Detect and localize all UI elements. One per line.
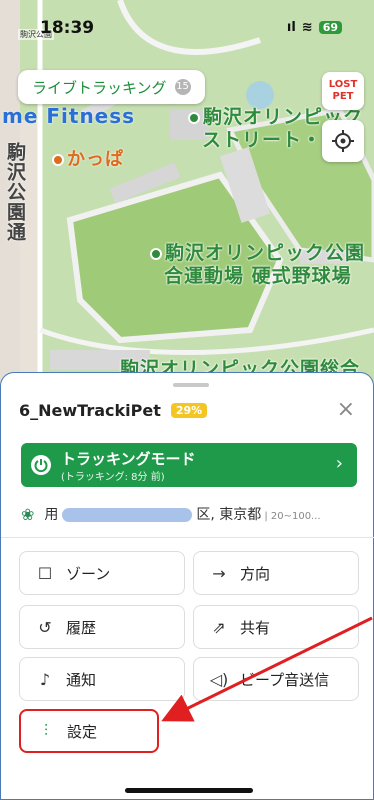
chevron-right-icon: › — [335, 453, 343, 474]
speaker-icon: ◁) — [209, 669, 229, 689]
status-icons: ıl ≋ 69 — [287, 20, 342, 35]
paw-icon: ❀ — [21, 504, 35, 524]
settings-button[interactable]: ⫶ 設定 — [19, 709, 159, 753]
poi-food-icon — [52, 154, 64, 166]
power-icon — [31, 455, 51, 475]
map-background — [0, 0, 374, 410]
close-icon[interactable]: × — [337, 397, 355, 422]
address-suffix: 区, 東京都 — [196, 507, 262, 523]
tracking-mode-title: トラッキングモード — [61, 450, 196, 468]
sliders-icon: ⫶ — [43, 721, 48, 740]
history-icon: ↺ — [38, 617, 52, 637]
lost-pet-line2: PET — [332, 91, 354, 102]
live-tracking-label: ライブトラッキング — [32, 78, 167, 97]
battery-icon: 69 — [318, 21, 342, 34]
address-range: | 20~100... — [264, 511, 321, 522]
lost-pet-line1: LOST — [328, 79, 358, 90]
direction-button[interactable]: → 方向 — [193, 551, 359, 595]
lost-pet-button[interactable]: LOST PET — [322, 72, 364, 110]
address-redaction — [62, 508, 193, 522]
live-tracking-count: 15 — [174, 79, 191, 95]
beep-label: ビープ音送信 — [240, 670, 330, 689]
crosshair-icon — [332, 130, 354, 152]
map-label-stadium: 駒沢オリンピック公園 合運動場 硬式野球場 — [150, 242, 365, 288]
map-label-olympic-street-2: ストリート・ — [202, 129, 323, 151]
map-label-fitness: me Fitness — [2, 104, 136, 128]
tracking-mode-subtitle: (トラッキング: 8分 前) — [61, 472, 165, 483]
battery-badge: 29% — [170, 403, 208, 418]
map-label-stadium-1: 駒沢オリンピック公園 — [165, 242, 366, 264]
locate-button[interactable] — [322, 120, 364, 162]
notification-button[interactable]: ♪ 通知 — [19, 657, 185, 701]
history-button[interactable]: ↺ 履歴 — [19, 605, 185, 649]
zone-label: ゾーン — [66, 564, 111, 583]
share-button[interactable]: ⇗ 共有 — [193, 605, 359, 649]
pet-name: 6_NewTrackiPet — [19, 401, 161, 420]
history-label: 履歴 — [66, 618, 97, 637]
status-time: 18:39 — [40, 18, 95, 38]
map-view[interactable]: 駒沢公園 18:39 ıl ≋ 69 me Fitness 駒沢オリンピック ス… — [0, 0, 374, 410]
share-icon: ⇗ — [212, 617, 226, 637]
signal-icon: ıl — [286, 20, 296, 35]
square-icon: ☐ — [37, 563, 53, 583]
address-text: 用 区, 東京都 | 20~100... — [44, 504, 320, 524]
poi-stadium-icon — [150, 247, 162, 260]
settings-label: 設定 — [67, 722, 98, 741]
wifi-icon: ≋ — [301, 20, 313, 35]
beep-button[interactable]: ◁) ビープ音送信 — [193, 657, 359, 701]
zone-button[interactable]: ☐ ゾーン — [19, 551, 185, 595]
address-row: ❀ 用 区, 東京都 | 20~100... — [21, 497, 357, 531]
pet-header: 6_NewTrackiPet 29% — [19, 401, 208, 420]
map-label-stadium-2: 合運動場 硬式野球場 — [164, 265, 352, 287]
share-label: 共有 — [240, 618, 271, 637]
direction-label: 方向 — [240, 564, 271, 583]
map-label-kappa-text: かっぱ — [67, 149, 124, 170]
status-bar: 駒沢公園 18:39 ıl ≋ 69 — [0, 18, 374, 44]
notification-label: 通知 — [66, 670, 97, 689]
map-label-kappa: かっぱ — [52, 145, 124, 171]
sheet-grabber[interactable] — [173, 383, 209, 387]
bell-icon: ♪ — [39, 669, 51, 689]
map-label-komazawa-park: 駒沢公園通 — [4, 142, 26, 242]
arrow-right-icon: → — [212, 563, 226, 583]
live-tracking-chip[interactable]: ライブトラッキング 15 — [18, 70, 205, 104]
home-indicator — [125, 788, 253, 793]
pet-bottom-sheet: 6_NewTrackiPet 29% × トラッキングモード (トラッキング: … — [0, 372, 374, 800]
address-prefix: 用 — [44, 507, 59, 523]
poi-pin-icon — [188, 111, 200, 124]
tracking-mode-button[interactable]: トラッキングモード (トラッキング: 8分 前) › — [21, 443, 357, 487]
divider — [1, 537, 374, 538]
